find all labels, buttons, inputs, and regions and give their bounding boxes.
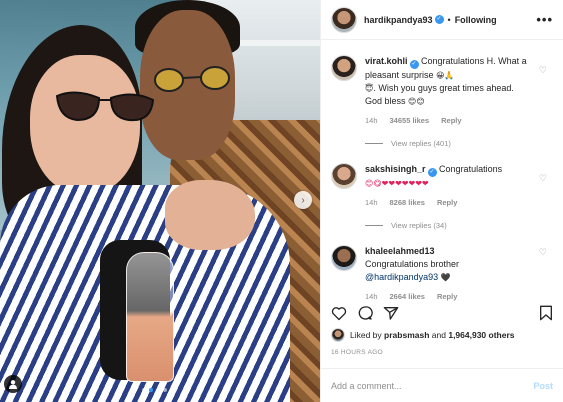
carousel-dot: [142, 388, 146, 392]
post-photo[interactable]: ›: [0, 0, 320, 402]
comment-emoji: 😊😊: [408, 97, 425, 106]
post-sidebar: hardikpandya93 ✓ • Following ••• virat.k…: [320, 0, 563, 402]
comment-emoji: 🖤: [440, 273, 451, 282]
man-sunglasses: [154, 66, 230, 92]
comment-meta: 14h 34655 likes Reply: [365, 114, 530, 127]
ring-hand: [165, 180, 255, 250]
comment-meta: 14h 2664 likes Reply: [365, 290, 530, 303]
comment-time: 14h: [365, 292, 378, 301]
comment-text: Congratulations brother: [365, 259, 460, 269]
comment-likes[interactable]: 2664 likes: [390, 290, 425, 303]
reply-button[interactable]: Reply: [437, 290, 457, 303]
share-send-icon[interactable]: [383, 305, 399, 321]
heart-icon[interactable]: ♡: [539, 247, 547, 258]
comment-likes[interactable]: 34655 likes: [390, 114, 430, 127]
verified-badge-icon: ✓: [409, 60, 419, 69]
comment-item: khaleelahmed13 Congratulations brother @…: [321, 245, 563, 303]
carousel-dot: [163, 388, 167, 392]
verified-badge-icon: ✓: [427, 168, 437, 177]
comment-input[interactable]: Add a comment...: [331, 381, 402, 391]
author-avatar[interactable]: [331, 6, 357, 33]
add-comment-bar: Add a comment... Post: [321, 368, 563, 402]
post-actions: [331, 303, 553, 323]
woman-face: [30, 55, 140, 195]
comment-emoji: 😊😋❤❤❤❤❤❤❤: [365, 179, 429, 188]
comment-item: virat.kohli ✓ Congratulations H. What a p…: [321, 55, 563, 150]
view-replies-button[interactable]: View replies (34): [365, 219, 530, 232]
verified-badge-icon: ✓: [434, 15, 444, 24]
carousel-dots: [142, 388, 167, 392]
commenter-avatar[interactable]: [331, 245, 357, 271]
comment-likes[interactable]: 8268 likes: [390, 196, 425, 209]
comment-bubble-icon[interactable]: [357, 305, 373, 321]
comment-text: Congratulations: [439, 164, 503, 174]
commenter-avatar[interactable]: [331, 163, 357, 189]
comment-time: 14h: [365, 198, 378, 207]
chevron-right-icon: ›: [301, 194, 305, 206]
reply-button[interactable]: Reply: [437, 196, 457, 209]
carousel-dot-active: [149, 388, 153, 392]
view-replies-label: View replies (34): [391, 221, 447, 230]
carousel-dot: [156, 388, 160, 392]
user-icon: [9, 380, 17, 389]
liker-username[interactable]: prabsmash: [384, 330, 429, 340]
heart-icon[interactable]: ♡: [539, 173, 547, 184]
replies-divider: [365, 143, 383, 144]
view-replies-label: View replies (401): [391, 139, 451, 148]
commenter-username[interactable]: virat.kohli: [365, 56, 408, 66]
post-comment-button[interactable]: Post: [533, 381, 553, 391]
commenter-avatar[interactable]: [331, 55, 357, 81]
likes-count-link[interactable]: 1,964,930 others: [448, 330, 514, 340]
reply-button[interactable]: Reply: [441, 114, 461, 127]
comment-text: . Wish you guys great times ahead. God b…: [365, 83, 514, 106]
comment-meta: 14h 8268 likes Reply: [365, 196, 530, 209]
replies-divider: [365, 225, 383, 226]
champagne-glass: [126, 252, 174, 382]
comment-emoji: 😀🙏: [436, 71, 455, 80]
liker-avatar[interactable]: [331, 328, 345, 342]
comments-list: virat.kohli ✓ Congratulations H. What a p…: [321, 55, 563, 303]
bookmark-icon[interactable]: [539, 305, 553, 321]
likes-prefix: Liked by: [350, 330, 382, 340]
heart-icon[interactable]: ♡: [539, 65, 547, 76]
following-button[interactable]: Following: [455, 15, 497, 25]
more-options-icon[interactable]: •••: [536, 13, 553, 26]
header-separator: •: [447, 14, 451, 25]
woman-sunglasses: [55, 91, 155, 122]
tagged-users-button[interactable]: [4, 375, 22, 393]
author-username[interactable]: hardikpandya93: [364, 15, 433, 25]
post-header: hardikpandya93 ✓ • Following •••: [321, 0, 563, 40]
carousel-next-button[interactable]: ›: [294, 191, 312, 209]
post-timestamp[interactable]: 16 HOURS AGO: [331, 349, 383, 356]
view-replies-button[interactable]: View replies (401): [365, 137, 530, 150]
comment-mention-link[interactable]: @hardikpandya93: [365, 272, 438, 282]
likes-summary: Liked by prabsmash and 1,964,930 others: [331, 328, 515, 342]
like-heart-icon[interactable]: [331, 306, 347, 321]
comment-time: 14h: [365, 116, 378, 125]
comment-item: sakshisingh_r ✓ Congratulations 😊😋❤❤❤❤❤❤❤…: [321, 163, 563, 232]
likes-and: and: [431, 330, 446, 340]
commenter-username[interactable]: khaleelahmed13: [365, 246, 435, 256]
commenter-username[interactable]: sakshisingh_r: [365, 164, 426, 174]
